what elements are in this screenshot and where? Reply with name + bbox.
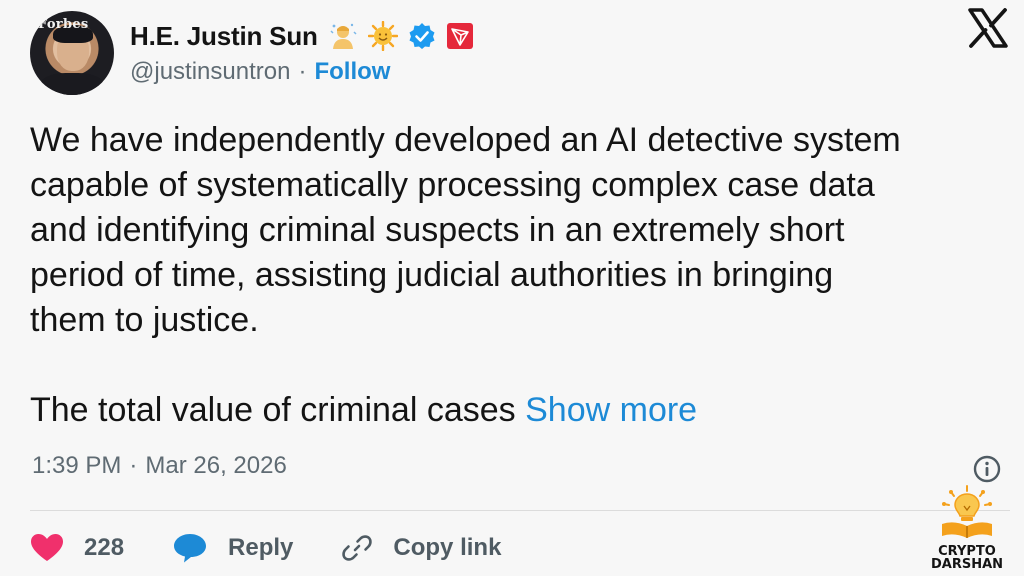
person-emoji-icon xyxy=(328,21,358,51)
tron-logo-icon[interactable] xyxy=(446,22,474,50)
x-logo-icon[interactable] xyxy=(966,6,1010,50)
show-more-link[interactable]: Show more xyxy=(525,391,697,429)
watermark-line2: DARSHAN xyxy=(930,557,1004,572)
like-count: 228 xyxy=(84,534,125,561)
reply-label: Reply xyxy=(228,534,294,561)
copy-link-label: Copy link xyxy=(393,534,502,561)
copy-link-button[interactable]: Copy link xyxy=(341,532,501,564)
author-name-row: H.E. Justin Sun xyxy=(130,18,474,54)
avatar-forbes-text: Forbes xyxy=(38,17,89,32)
tweet-paragraph: We have independently developed an AI de… xyxy=(30,118,1010,343)
avatar-suit xyxy=(40,73,104,95)
tweet-line: capable of systematically processing com… xyxy=(30,166,875,204)
author-handle[interactable]: @justinsuntron xyxy=(130,58,290,86)
lightbulb-book-logo-icon xyxy=(942,485,992,538)
tweet-paragraph-truncated: The total value of criminal cases Show m… xyxy=(30,388,1010,433)
tweet-truncated-text: The total value of criminal cases xyxy=(30,391,516,429)
avatar[interactable]: Forbes xyxy=(30,11,114,95)
divider xyxy=(30,510,1010,511)
tweet-line: and identifying criminal suspects in an … xyxy=(30,211,845,249)
follow-button[interactable]: Follow xyxy=(314,58,390,86)
verified-badge-icon[interactable] xyxy=(408,22,436,50)
tweet-actions: 228 Reply Copy link xyxy=(30,528,549,568)
tweet-date: Mar 26, 2026 xyxy=(145,452,287,479)
tweet-body: We have independently developed an AI de… xyxy=(30,118,1010,433)
reply-button[interactable]: Reply xyxy=(172,532,293,564)
tweet-line: period of time, assisting judicial autho… xyxy=(30,256,834,294)
tweet-line: We have independently developed an AI de… xyxy=(30,121,901,159)
timestamp-separator: · xyxy=(129,452,138,479)
author-handle-row: @justinsuntron · Follow xyxy=(130,58,390,86)
tweet-header: Forbes H.E. Justin Sun @justinsuntron · … xyxy=(30,8,1010,96)
link-icon xyxy=(342,535,373,561)
reply-bubble-icon xyxy=(174,534,207,563)
tweet-timestamp[interactable]: 1:39 PM · Mar 26, 2026 xyxy=(32,452,287,480)
info-icon[interactable] xyxy=(972,454,1002,484)
crypto-darshan-watermark: CRYPTO DARSHAN xyxy=(924,484,1010,572)
heart-icon xyxy=(31,534,63,561)
tweet-time: 1:39 PM xyxy=(32,452,122,479)
sun-emoji-icon xyxy=(367,21,398,51)
handle-separator: · xyxy=(298,58,307,85)
tweet-line: them to justice. xyxy=(30,301,259,339)
author-display-name[interactable]: H.E. Justin Sun xyxy=(130,21,318,52)
like-button[interactable]: 228 xyxy=(30,533,124,563)
